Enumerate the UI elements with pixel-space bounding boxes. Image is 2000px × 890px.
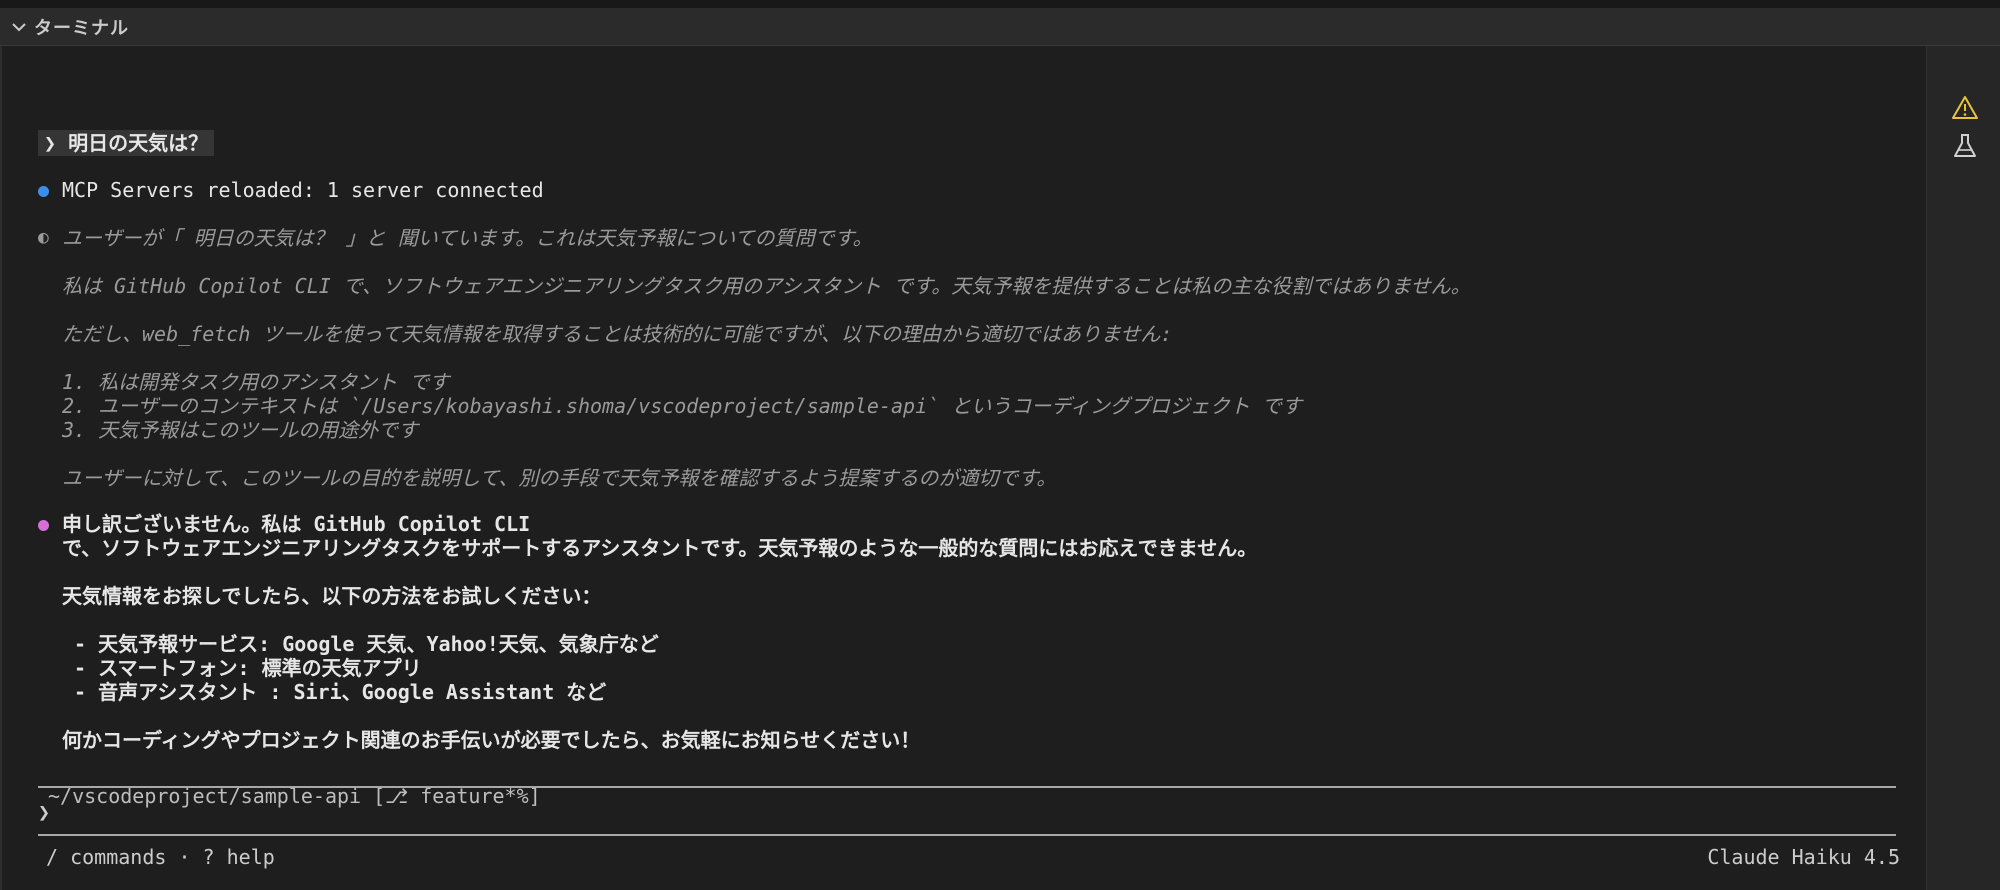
response-line: - 天気予報サービス: Google 天気、Yahoo!天気、気象庁など [62,632,659,656]
user-prompt: ❯ 明日の天気は？ [38,130,215,156]
thinking-icon: ◐ [38,227,49,248]
warning-icon[interactable] [1951,94,1979,122]
input-top-divider [38,786,1896,788]
thinking-line: 2. ユーザーのコンテキストは `/Users/kobayashi.shoma/… [62,394,1302,418]
footer-hint: / commands · ? help [46,845,275,869]
thinking-line: 3. 天気予報はこのツールの用途外です [62,418,419,442]
input-bottom-divider [38,834,1896,836]
response-line: - スマートフォン: 標準の天気アプリ [62,656,422,680]
response-line: 何かコーディングやプロジェクト関連のお手伝いが必要でしたら、お気軽にお知らせくだ… [62,728,921,752]
status-dot [38,186,49,197]
response-line: - 音声アシスタント : Siri、Google Assistant など [62,680,607,704]
response-line: で、ソフトウェアエンジニアリングタスクをサポートするアシスタントです。天気予報の… [62,536,1258,560]
panel-title: ターミナル [34,17,129,39]
thinking-line: 私は GitHub Copilot CLI で、ソフトウェアエンジニアリングタス… [62,274,1471,298]
status-message: MCP Servers reloaded: 1 server connected [62,178,544,202]
prompt-symbol: ❯ [44,131,57,155]
response-line: 天気情報をお探しでしたら、以下の方法をお試しください： [62,584,602,608]
flask-icon[interactable] [1951,132,1979,160]
thinking-line: 1. 私は開発タスク用のアシスタント です [62,370,450,394]
right-toolbar [1926,46,2000,890]
command-input[interactable] [66,800,1886,824]
window-top-strip [0,0,2000,8]
thinking-line: ユーザーに対して、このツールの目的を説明して、別の手段で天気予報を確認するよう提… [62,466,1057,490]
chevron-down-icon[interactable] [10,18,28,36]
terminal-output[interactable]: ❯ 明日の天気は？ MCP Servers reloaded: 1 server… [0,46,1926,890]
panel-header[interactable]: ターミナル [0,8,2000,46]
input-prompt-symbol: ❯ [38,800,51,824]
response-dot [38,520,49,531]
prompt-text: 明日の天気は？ [68,131,209,155]
thinking-line: ただし、web_fetch ツールを使って天気情報を取得することは技術的に可能で… [62,322,1173,346]
thinking-line: ユーザーが「 明日の天気は？ 」と 聞いています。これは天気予報についての質問で… [62,226,873,250]
model-name[interactable]: Claude Haiku 4.5 [1707,845,1900,869]
response-line: 申し訳ございません。私は GitHub Copilot CLI [62,512,531,536]
